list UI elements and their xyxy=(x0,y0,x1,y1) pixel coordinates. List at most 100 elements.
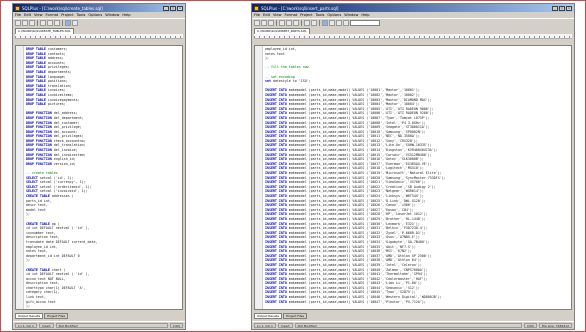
sql-text: invoicepayments; xyxy=(45,97,80,102)
code-editor[interactable]: DROP TABLE customers; DROP TABLE contacts… xyxy=(15,45,183,310)
toolbar-separator xyxy=(37,20,38,26)
window-title: SQLPlus - [C:\work\sql\create_tables.sql… xyxy=(22,5,103,11)
sql-text: charttype char(1) DEFAULT 'A', xyxy=(26,285,86,290)
maximize-icon[interactable]: □ xyxy=(559,5,565,11)
toolbar xyxy=(252,18,574,27)
tab-output-results[interactable]: Output Results xyxy=(254,313,283,319)
copy-icon[interactable] xyxy=(286,20,292,26)
sql-text: gifi_accno text xyxy=(26,299,56,304)
sql-comment: -- create tables xyxy=(26,171,58,176)
find-icon[interactable] xyxy=(329,20,335,26)
cut-icon[interactable] xyxy=(279,20,285,26)
code-area[interactable]: employee_id int, notes text); -- fill the… xyxy=(265,47,569,304)
new-file-icon[interactable] xyxy=(15,20,21,26)
menu-window[interactable]: Window xyxy=(105,13,119,17)
sql-text: invoiceitems; xyxy=(45,92,74,97)
bookmark-icon[interactable] xyxy=(343,20,349,26)
sql-text: setval ('id', 1); xyxy=(37,175,74,180)
cut-icon[interactable] xyxy=(40,20,46,26)
menu-file[interactable]: File xyxy=(254,13,260,17)
sql-keyword: SELECT xyxy=(26,180,38,185)
sql-text: description text, xyxy=(26,235,60,240)
sql-keyword: DROP FUNCTION xyxy=(26,111,52,116)
menu-help[interactable]: Help xyxy=(361,13,369,17)
open-file-icon[interactable] xyxy=(22,20,28,26)
sql-text: makemodel (parts_id,make,model) VALUES (… xyxy=(286,244,416,249)
sql-text: makemodel (parts_id,make,model) VALUES (… xyxy=(286,92,420,97)
sql-text: ); xyxy=(265,56,269,61)
sql-text: invoices; xyxy=(45,88,66,93)
document-tab[interactable]: C:\WORK\SQL\INSERT_PARTS.SQL xyxy=(254,28,310,34)
document-tab-bar: C:\WORK\SQL\INSERT_PARTS.SQL xyxy=(252,27,574,34)
paste-icon[interactable] xyxy=(293,20,299,26)
sql-keyword: INSERT INTO xyxy=(265,111,287,116)
sql-keyword: INSERT INTO xyxy=(265,129,287,134)
run-icon[interactable] xyxy=(65,20,71,26)
tab-project-files[interactable]: Project Files xyxy=(44,313,69,319)
ruler xyxy=(15,34,183,39)
code-editor[interactable]: employee_id int, notes text); -- fill the… xyxy=(254,45,572,310)
sql-keyword: INSERT INTO xyxy=(265,175,287,180)
sql-text: datestyle to 'ISO'; xyxy=(270,79,311,84)
save-icon[interactable] xyxy=(29,20,35,26)
sql-keyword: DROP TABLE xyxy=(26,74,46,79)
menu-file[interactable]: File xyxy=(15,13,21,17)
replace-icon[interactable] xyxy=(336,20,342,26)
menu-format[interactable]: Format xyxy=(285,13,298,17)
redo-icon[interactable] xyxy=(311,20,317,26)
maximize-icon[interactable]: □ xyxy=(170,5,176,11)
sql-text: model text xyxy=(26,207,46,212)
sql-text: accno text NOT NULL, xyxy=(26,276,66,281)
menu-options[interactable]: Options xyxy=(88,13,102,17)
sql-text: department_id int DEFAULT 0 xyxy=(26,253,80,258)
copy-icon[interactable] xyxy=(47,20,53,26)
menu-options[interactable]: Options xyxy=(327,13,341,17)
menu-view[interactable]: View xyxy=(273,13,282,17)
menu-edit[interactable]: Edit xyxy=(263,13,270,17)
menu-project[interactable]: Project xyxy=(61,13,73,17)
sql-text: ap ( xyxy=(49,221,60,226)
sql-keyword: DROP FUNCTION xyxy=(26,152,52,157)
menu-format[interactable]: Format xyxy=(46,13,59,17)
menu-view[interactable]: View xyxy=(34,13,43,17)
sql-text: del_invoiceitem; xyxy=(51,152,86,157)
sql-text: makemodel (parts_id,make,model) VALUES (… xyxy=(286,221,420,226)
sql-keyword: DROP FUNCTION xyxy=(26,161,52,166)
save-icon[interactable] xyxy=(268,20,274,26)
run-icon[interactable] xyxy=(322,20,328,26)
connection-select[interactable] xyxy=(350,20,380,26)
close-icon[interactable]: × xyxy=(566,5,572,11)
sql-keyword: INSERT INTO xyxy=(265,281,287,286)
code-area[interactable]: DROP TABLE customers; DROP TABLE contacts… xyxy=(26,47,180,309)
sql-text: makemodel (parts_id,make,model) VALUES (… xyxy=(286,203,416,208)
sql-keyword: INSERT INTO xyxy=(265,97,287,102)
minimize-icon[interactable]: _ xyxy=(163,5,169,11)
open-file-icon[interactable] xyxy=(261,20,267,26)
menu-tools[interactable]: Tools xyxy=(76,13,85,17)
menu-tools[interactable]: Tools xyxy=(315,13,324,17)
menu-window[interactable]: Window xyxy=(344,13,358,17)
menu-edit[interactable]: Edit xyxy=(24,13,31,17)
sql-keyword: INSERT INTO xyxy=(265,157,287,162)
status-insert-mode: Insert xyxy=(38,323,54,328)
document-tab[interactable]: C:\WORK\SQL\CREATE_TABLES.SQL xyxy=(15,28,74,34)
undo-icon[interactable] xyxy=(304,20,310,26)
tab-output-results[interactable]: Output Results xyxy=(15,313,44,319)
find-icon[interactable] xyxy=(72,20,78,26)
paste-icon[interactable] xyxy=(54,20,60,26)
tab-project-files[interactable]: Project Files xyxy=(283,313,308,319)
toolbar-separator xyxy=(319,20,320,26)
sql-text: del_department; xyxy=(51,115,84,120)
status-modified: Not Modified xyxy=(294,323,523,328)
sql-text: positions; xyxy=(45,79,68,84)
sql-keyword: DROP FUNCTION xyxy=(26,120,52,125)
sql-keyword: INSERT INTO xyxy=(265,180,287,185)
new-file-icon[interactable] xyxy=(254,20,260,26)
sql-keyword: INSERT INTO xyxy=(265,189,287,194)
sql-text: addresses ( xyxy=(49,194,74,198)
close-icon[interactable]: × xyxy=(177,5,183,11)
menu-project[interactable]: Project xyxy=(300,13,312,17)
minimize-icon[interactable]: _ xyxy=(552,5,558,11)
title-bar: SQLPlus - [C:\work\sql\create_tables.sql… xyxy=(13,4,185,12)
menu-help[interactable]: Help xyxy=(122,13,130,17)
